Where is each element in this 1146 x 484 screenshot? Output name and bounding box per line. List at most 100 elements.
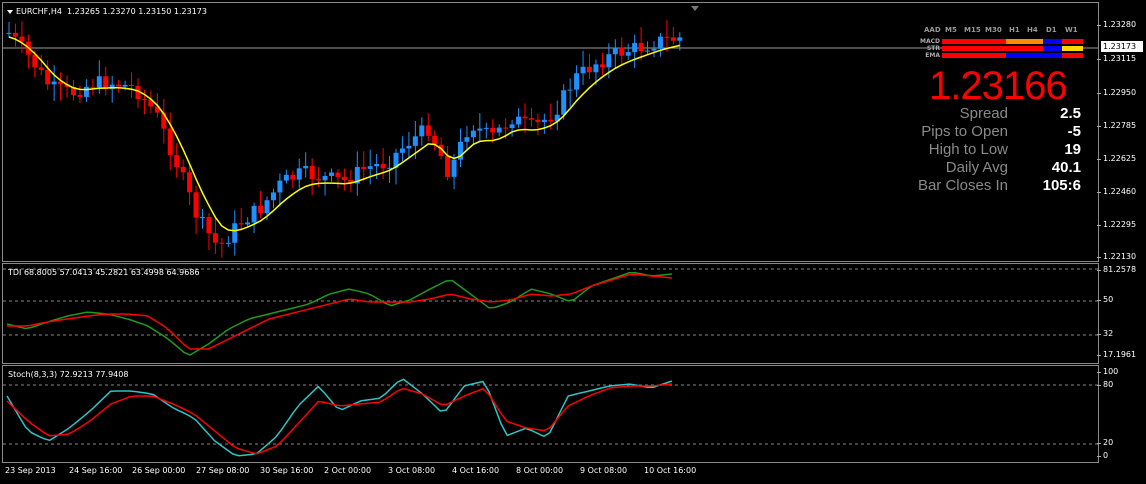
row-label-ema: EMA — [925, 52, 940, 59]
candle-body — [187, 172, 193, 193]
stoch-tick: 80 — [1096, 380, 1114, 389]
stoch-tick: 0 — [1096, 451, 1109, 460]
signal-cell — [1006, 39, 1024, 44]
chart-title: EURCHF,H4 1.23265 1.23270 1.23150 1.2317… — [7, 7, 207, 16]
candle-body — [361, 166, 367, 169]
candle-body — [141, 99, 147, 101]
time-label: 26 Sep 00:00 — [132, 466, 186, 475]
stoch-title: Stoch(8,3,3) 72.9213 77.9408 — [8, 370, 129, 379]
candle-body — [296, 168, 302, 180]
candle-body — [367, 166, 373, 169]
candle-body — [412, 136, 418, 146]
stoch-tick: 20 — [1096, 438, 1114, 447]
candle-body — [232, 223, 238, 243]
signal-cell — [1062, 46, 1083, 51]
signal-cell — [1043, 46, 1062, 51]
tf-header-m15: M15 — [964, 26, 981, 34]
stat-value-spread: 2.5 — [1060, 105, 1081, 122]
candle-body — [329, 172, 334, 176]
candle-body — [625, 52, 631, 56]
tdi-tick: 50 — [1096, 295, 1114, 304]
price-tick: 1.22785 — [1096, 121, 1137, 130]
candle-body — [432, 135, 438, 145]
candle-body — [174, 155, 180, 167]
candle-body — [303, 165, 309, 169]
signal-cell — [1043, 39, 1062, 44]
candle-body — [477, 128, 483, 131]
time-label: 8 Oct 00:00 — [516, 466, 564, 475]
stat-value-pips-to-open: -5 — [1067, 123, 1081, 140]
candle-body — [38, 67, 44, 70]
candle-body — [45, 69, 51, 85]
candle-body — [593, 64, 599, 73]
stat-value-bar-closes-in: 105:6 — [1042, 177, 1081, 194]
stochastic-indicator-pane[interactable]: Stoch(8,3,3) 72.9213 77.9408 — [2, 365, 1099, 463]
tf-header-m30: M30 — [985, 26, 1002, 34]
candle-body — [470, 130, 476, 138]
tdi-indicator-pane[interactable]: TDI 68.8005 57.0413 45.2821 63.4998 64.9… — [2, 263, 1099, 364]
stat-value-high-to-low: 19 — [1064, 141, 1081, 158]
candle-body — [335, 172, 341, 177]
tdi-scale[interactable]: 81.2578 50 32 17.1961 — [1096, 263, 1144, 364]
signal-cell — [1006, 46, 1024, 51]
candle-body — [322, 175, 328, 181]
tf-header-w1: W1 — [1065, 26, 1078, 34]
current-bid-price: 1.23166 — [929, 64, 1068, 108]
candle-body — [445, 156, 451, 177]
signal-cell — [961, 46, 982, 51]
tf-header-h4: H4 — [1027, 26, 1038, 34]
candle-body — [51, 81, 57, 85]
stoch-scale[interactable]: 100 80 20 0 — [1096, 365, 1144, 463]
candle-body — [129, 84, 135, 86]
candle-body — [258, 205, 264, 214]
candle-body — [490, 127, 496, 133]
time-label: 23 Sep 2013 — [5, 466, 56, 475]
price-tick: 1.22460 — [1096, 187, 1137, 196]
candle-body — [90, 86, 96, 88]
candle-body — [651, 48, 657, 51]
symbol-timeframe: EURCHF,H4 — [16, 7, 62, 16]
stat-label-bar-closes-in: Bar Closes In — [917, 177, 1008, 194]
stochastic-chart — [3, 378, 1098, 457]
candle-body — [283, 174, 289, 181]
stat-label-high-to-low: High to Low — [928, 141, 1008, 158]
candle-body — [406, 145, 412, 149]
candle-body — [277, 180, 283, 193]
tf-header-h1: H1 — [1009, 26, 1020, 34]
signal-cell — [1043, 53, 1062, 58]
current-price-label: 1.23173 — [1101, 41, 1143, 52]
candle-body — [219, 242, 225, 244]
candle-body — [612, 47, 618, 55]
price-tick: 1.22130 — [1096, 252, 1137, 261]
candle-body — [535, 119, 541, 123]
candle-body — [212, 233, 218, 243]
candle-body — [503, 127, 509, 129]
candle-body — [561, 90, 567, 115]
signal-cell — [942, 53, 961, 58]
candle-body — [425, 125, 431, 136]
price-tick: 1.22295 — [1096, 220, 1137, 229]
time-label: 10 Oct 16:00 — [644, 466, 697, 475]
price-tick: 1.23280 — [1096, 20, 1137, 29]
tdi-chart — [3, 268, 1098, 356]
tdi-tick: 32 — [1096, 329, 1114, 338]
candle-body — [638, 43, 644, 51]
tdi-title: TDI 68.8005 57.0413 45.2821 63.4998 64.9… — [8, 268, 200, 277]
row-label-macd: MACD — [920, 38, 940, 45]
time-label: 9 Oct 08:00 — [580, 466, 628, 475]
time-axis[interactable]: 23 Sep 2013 24 Sep 16:00 26 Sep 00:00 27… — [0, 463, 1146, 484]
candle-body — [541, 119, 547, 123]
candle-body — [122, 84, 128, 87]
stat-value-daily-avg: 40.1 — [1051, 159, 1081, 176]
tdi-tick: 17.1961 — [1096, 350, 1137, 359]
candle-body — [290, 174, 296, 180]
panel-corner-label: AAD — [924, 26, 941, 34]
candle-body — [380, 163, 386, 169]
dropdown-arrow-icon[interactable] — [7, 9, 13, 14]
candle-body — [606, 54, 612, 68]
candle-body — [657, 36, 663, 49]
signal-panel: AAD M5 M15 M30 H1 H4 D1 W1 MACD STR EMA — [910, 26, 1085, 66]
candle-body — [316, 179, 322, 181]
signal-cell — [1062, 39, 1083, 44]
time-label: 27 Sep 08:00 — [196, 466, 250, 475]
